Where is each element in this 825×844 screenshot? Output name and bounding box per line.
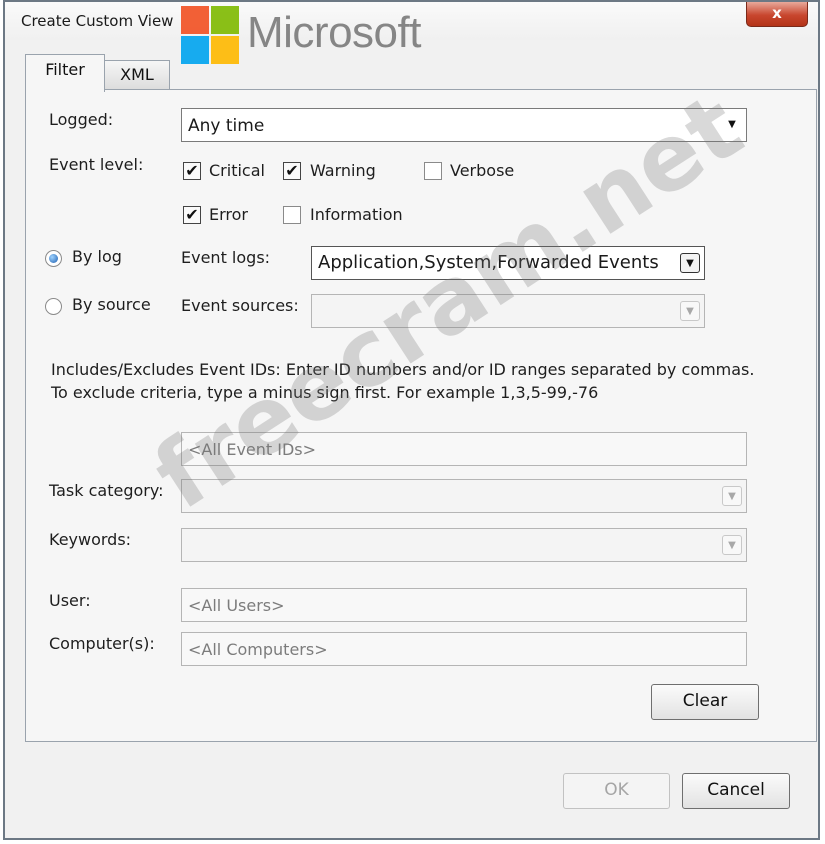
ok-button[interactable]: OK — [563, 773, 670, 809]
chevron-down-icon: ▼ — [728, 119, 736, 130]
event-level-label: Event level: — [49, 155, 144, 174]
close-button[interactable]: x — [746, 2, 808, 27]
task-category-label: Task category: — [49, 481, 164, 500]
critical-checkbox[interactable]: ✔ — [183, 162, 201, 180]
computers-field[interactable] — [181, 632, 747, 666]
create-custom-view-dialog: Create Custom View x Microsoft Filter XM… — [3, 0, 820, 840]
cancel-button[interactable]: Cancel — [682, 773, 790, 809]
verbose-label: Verbose — [450, 161, 515, 180]
by-source-label: By source — [72, 295, 151, 314]
computers-label: Computer(s): — [49, 634, 155, 653]
keywords-label: Keywords: — [49, 530, 132, 549]
error-checkbox[interactable]: ✔ — [183, 206, 201, 224]
tab-filter[interactable]: Filter — [25, 54, 105, 92]
logged-value: Any time — [188, 116, 265, 136]
by-log-radio[interactable] — [45, 250, 62, 267]
event-sources-label: Event sources: — [181, 296, 299, 315]
tab-xml[interactable]: XML — [104, 60, 170, 90]
task-category-dropdown[interactable]: ▼ — [181, 479, 747, 513]
user-input[interactable] — [182, 589, 746, 621]
information-checkbox[interactable] — [283, 206, 301, 224]
warning-label: Warning — [310, 161, 376, 180]
microsoft-logo-icon — [181, 6, 239, 64]
chevron-down-icon: ▼ — [680, 301, 700, 321]
logged-label: Logged: — [49, 110, 114, 129]
event-logs-label: Event logs: — [181, 248, 271, 267]
event-ids-field[interactable] — [181, 432, 747, 466]
chevron-down-icon: ▼ — [722, 486, 742, 506]
event-logs-value: Application,System,Forwarded Events — [318, 252, 659, 273]
event-ids-input[interactable] — [182, 433, 746, 465]
event-sources-dropdown[interactable]: ▼ — [311, 294, 705, 328]
event-ids-description: Includes/Excludes Event IDs: Enter ID nu… — [51, 360, 755, 402]
information-label: Information — [310, 205, 403, 224]
chevron-down-icon: ▼ — [722, 535, 742, 555]
microsoft-logo-text: Microsoft — [247, 8, 421, 57]
computers-input[interactable] — [182, 633, 746, 665]
critical-label: Critical — [209, 161, 265, 180]
event-logs-dropdown[interactable]: Application,System,Forwarded Events ▼ — [311, 246, 705, 280]
error-label: Error — [209, 205, 248, 224]
by-source-radio[interactable] — [45, 298, 62, 315]
logged-dropdown[interactable]: Any time ▼ — [181, 108, 747, 142]
warning-checkbox[interactable]: ✔ — [283, 162, 301, 180]
keywords-dropdown[interactable]: ▼ — [181, 528, 747, 562]
clear-button[interactable]: Clear — [651, 684, 759, 720]
user-field[interactable] — [181, 588, 747, 622]
chevron-down-icon: ▼ — [680, 253, 700, 273]
by-log-label: By log — [72, 247, 122, 266]
verbose-checkbox[interactable] — [424, 162, 442, 180]
user-label: User: — [49, 591, 91, 610]
window-title: Create Custom View — [21, 12, 174, 30]
